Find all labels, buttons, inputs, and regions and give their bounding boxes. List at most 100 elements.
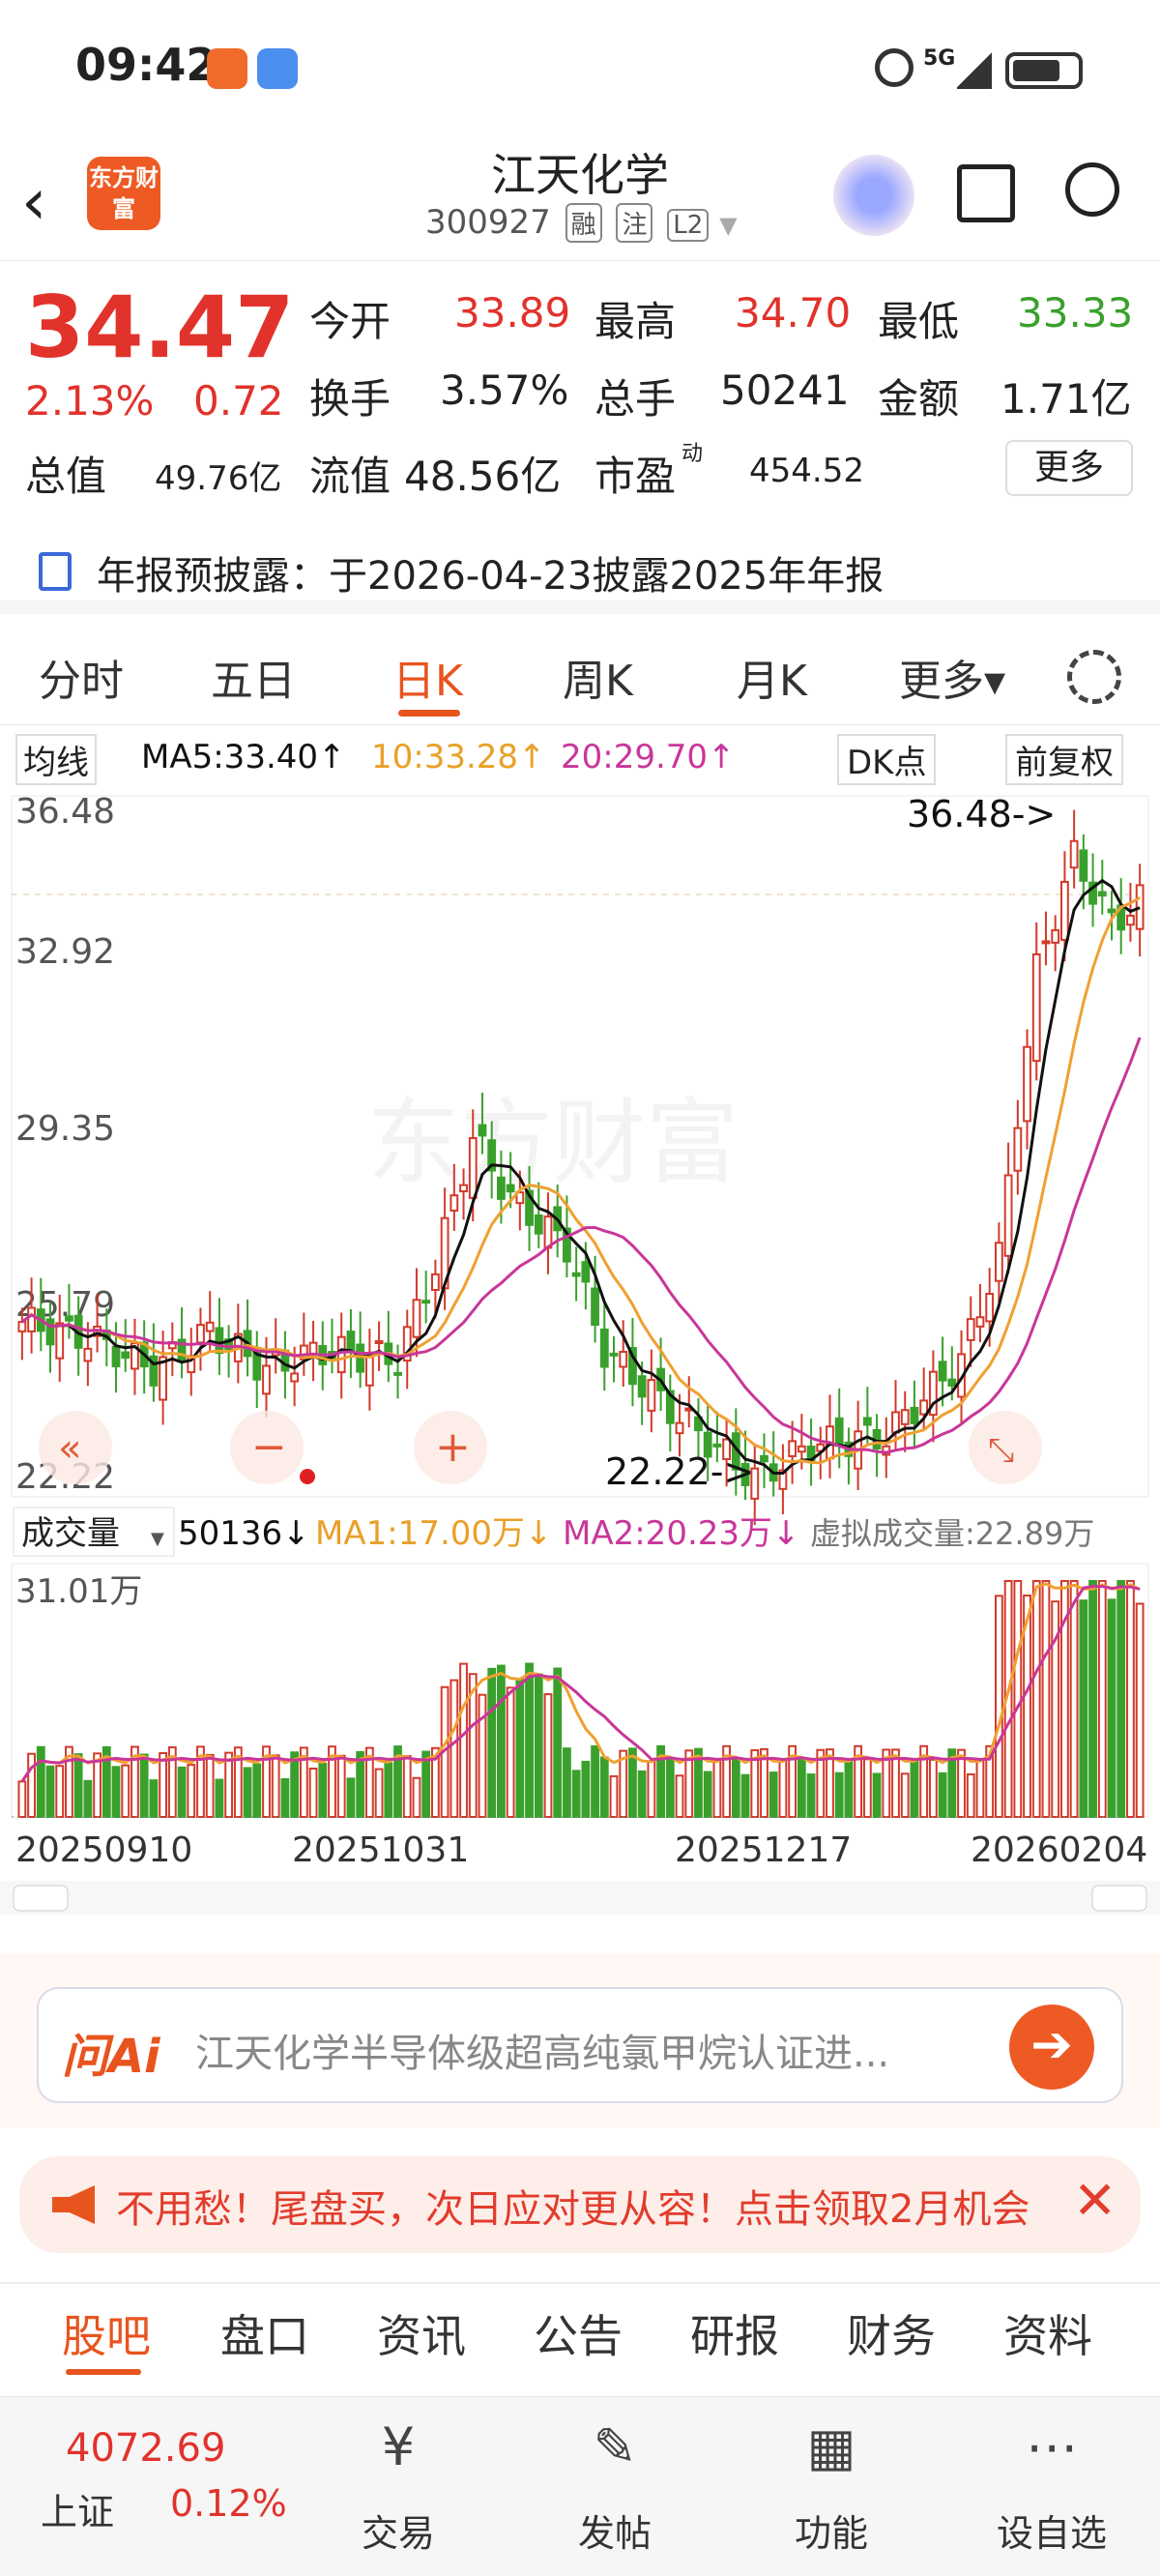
volume-bar	[571, 1770, 581, 1819]
volume-bar	[637, 1770, 647, 1818]
volume-bar	[336, 1754, 346, 1819]
alarm-icon	[875, 48, 914, 87]
back-button[interactable]: ‹	[21, 164, 46, 239]
tab-announcements[interactable]: 公告	[534, 2301, 623, 2365]
tab-orderbook[interactable]: 盘口	[220, 2301, 309, 2365]
volume-bar	[271, 1754, 280, 1818]
tag-margin: 融	[565, 203, 602, 243]
volume-bar	[628, 1747, 637, 1818]
more-button[interactable]: 更多	[1005, 440, 1133, 496]
promo-notice[interactable]: 不用愁！尾盘买，次日应对更从容！点击领取2月机会 ✕	[19, 2156, 1141, 2253]
candle-body	[534, 1214, 543, 1235]
plus-icon: +	[435, 1422, 471, 1472]
tab-forum[interactable]: 股吧	[62, 2301, 151, 2365]
change-pct: 2.13%	[25, 377, 155, 424]
candle-body	[336, 1335, 346, 1374]
volume-bar	[224, 1751, 234, 1819]
tab-profile[interactable]: 资料	[1003, 2301, 1092, 2365]
candle-body	[591, 1287, 599, 1327]
ai-prompt-text: 江天化学半导体级超高纯氯甲烷认证进...	[195, 2032, 890, 2076]
volume-bar	[412, 1776, 421, 1818]
watchlist-icon: ⋯	[1026, 2416, 1078, 2477]
open-value: 33.89	[454, 289, 571, 337]
scrollbar-left-handle[interactable]	[13, 1885, 69, 1912]
close-icon[interactable]: ✕	[1073, 2170, 1116, 2231]
announcement-bar[interactable]: 年报预披露：于2026-04-23披露2025年年报	[0, 527, 1160, 614]
candle-body	[581, 1261, 591, 1283]
candle-body	[900, 1409, 910, 1425]
tab-research[interactable]: 研报	[690, 2301, 779, 2365]
content-tabs: 股吧 盘口 资讯 公告 研报 财务 资料	[0, 2282, 1160, 2379]
tab-intraday[interactable]: 分时	[39, 646, 124, 708]
mktcap-label: 总值	[25, 453, 107, 500]
candle-body	[468, 1137, 478, 1199]
scrollbar-right-handle[interactable]	[1091, 1885, 1147, 1912]
change-value: 0.72	[193, 377, 284, 424]
tab-finance[interactable]: 财务	[847, 2301, 936, 2365]
tab-daily-k[interactable]: 日K	[392, 646, 463, 708]
ma5-value: MA5:33.40↑	[141, 738, 346, 776]
message-notification-icon	[257, 48, 298, 89]
candle-body	[205, 1321, 215, 1332]
ma-selector[interactable]: 均线	[15, 734, 97, 785]
volume-bar	[17, 1780, 27, 1819]
functions-button[interactable]: 功能	[764, 2503, 899, 2557]
candle-body	[788, 1440, 798, 1457]
vol-ma2: MA2:20.23万↓	[563, 1514, 800, 1553]
volume-bar	[797, 1757, 806, 1819]
volume-bar	[252, 1763, 262, 1818]
candle-body	[55, 1322, 65, 1360]
quote-panel: 34.47 2.13% 0.72 今开 33.89 最高 34.70 最低 33…	[0, 266, 1160, 517]
active-tab-indicator	[398, 710, 460, 717]
ai-avatar-icon[interactable]	[833, 155, 914, 236]
tab-five-day[interactable]: 五日	[211, 646, 296, 708]
tab-news[interactable]: 资讯	[377, 2301, 466, 2365]
stock-code-row[interactable]: 300927 融 注 L2 ▼	[425, 203, 738, 243]
add-watchlist-button[interactable]: 设自选	[984, 2503, 1119, 2557]
volume-bar	[139, 1753, 149, 1819]
scrollbar-track[interactable]	[0, 1881, 1160, 1915]
candle-body	[1023, 1045, 1031, 1123]
kline-chart[interactable]: 东方财富 36.4832.9229.3525.7922.22 36.48-> 2…	[0, 788, 1160, 1915]
dk-button[interactable]: DK点	[837, 734, 937, 785]
search-icon[interactable]	[1065, 162, 1119, 217]
settings-gear-icon[interactable]	[1067, 650, 1121, 704]
tag-note: 注	[616, 203, 653, 243]
candle-body	[834, 1417, 844, 1448]
chart-svg: 东方财富 36.4832.9229.3525.7922.22 36.48-> 2…	[0, 792, 1160, 1915]
volume-bar	[1013, 1580, 1023, 1818]
candle-body	[393, 1371, 402, 1376]
ai-submit-button[interactable]: ➔	[1009, 2005, 1094, 2090]
index-value[interactable]: 4072.69	[66, 2426, 225, 2471]
volume-bar	[900, 1772, 910, 1818]
candle-body	[966, 1318, 975, 1341]
high-value: 34.70	[735, 289, 852, 337]
vol-ma1: MA1:17.00万↓	[315, 1514, 553, 1553]
volume-bar	[487, 1667, 497, 1818]
volume-bar	[318, 1763, 328, 1818]
volume-bar	[928, 1758, 938, 1819]
volume-bar	[609, 1774, 619, 1819]
volume-bar	[497, 1664, 506, 1819]
ai-search-box[interactable]: 问Ai 江天化学半导体级超高纯氯甲烷认证进... ➔	[37, 1987, 1123, 2103]
dropdown-icon: ▼	[719, 212, 738, 239]
candle-body	[947, 1378, 957, 1387]
share-icon[interactable]	[957, 164, 1015, 222]
amount-value: 1.71亿	[1000, 375, 1132, 423]
adjust-button[interactable]: 前复权	[1005, 734, 1123, 785]
tab-weekly-k[interactable]: 周K	[563, 646, 633, 708]
post-button[interactable]: 发帖	[547, 2503, 682, 2557]
volume-bar	[27, 1752, 36, 1818]
y-tick-label: 29.35	[15, 1109, 115, 1149]
volume-bar	[159, 1751, 168, 1819]
candle-body	[619, 1350, 628, 1368]
mktcap-value: 49.76亿	[155, 459, 282, 498]
tab-monthly-k[interactable]: 月K	[737, 646, 807, 708]
volume-bar	[1031, 1580, 1041, 1818]
volume-bar	[1107, 1598, 1116, 1819]
trade-button[interactable]: 交易	[331, 2503, 466, 2557]
volume-bar	[1079, 1599, 1088, 1819]
tab-more[interactable]: 更多▾	[899, 646, 1005, 708]
float-label: 流值	[309, 453, 392, 500]
date-label-2: 20251031	[292, 1830, 469, 1870]
